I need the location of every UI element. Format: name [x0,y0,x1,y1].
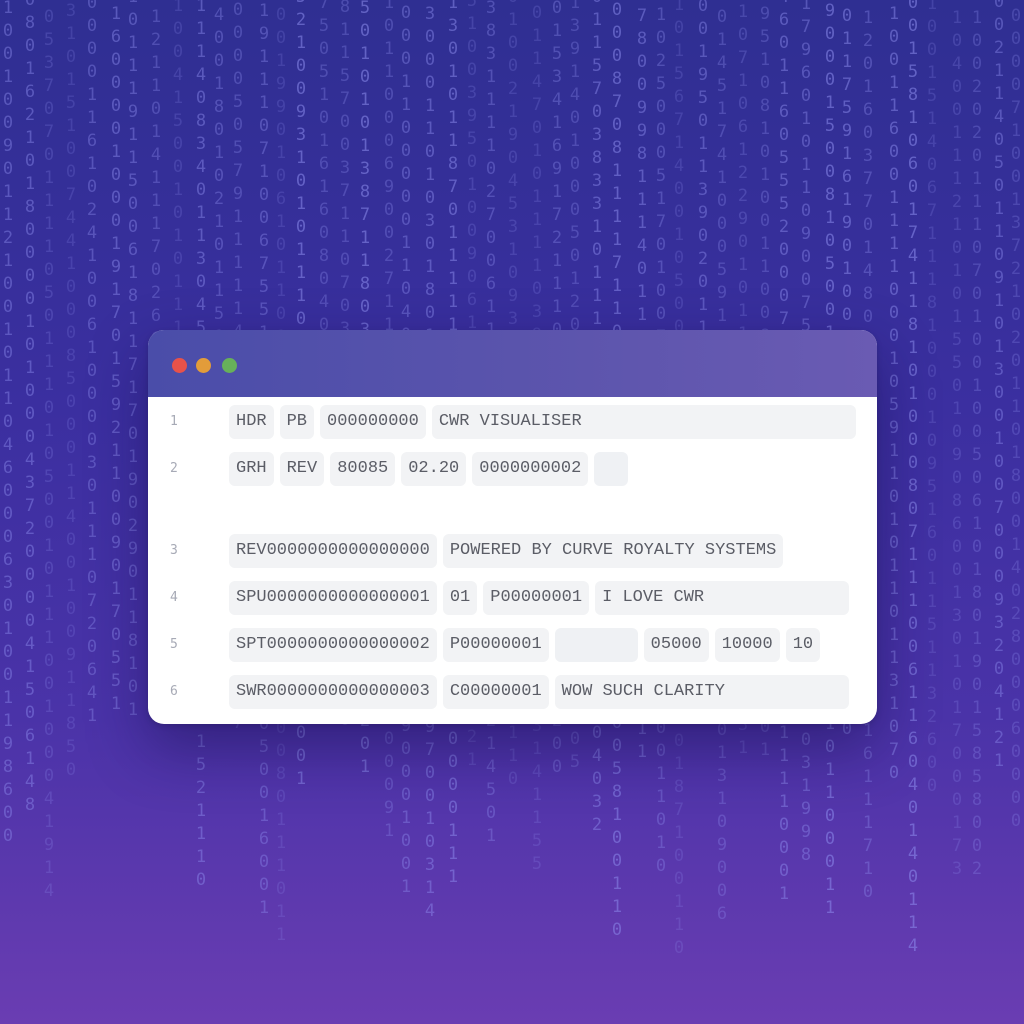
record-field[interactable]: CWR VISUALISER [431,405,856,439]
binary-rain-column: 0 0 0 1 0 6 0 2 6 1 0 1 6 0 0 0 0 1 0 0 … [110,0,122,714]
record-line: 3 REV0000000000000000 POWERED BY CURVE RO… [148,534,877,568]
record-field[interactable]: P00000001 [442,628,549,662]
record-field[interactable]: GRH [229,452,274,486]
minimize-dot-icon[interactable] [196,358,211,373]
record-field[interactable]: 01 [442,581,478,615]
record-field[interactable]: POWERED BY CURVE ROYALTY SYSTEMS [442,534,784,568]
code-window: 1 HDR PB 000000000 CWR VISUALISER 2 GRH REV 8… [148,330,877,724]
line-number: 5 [170,637,178,652]
binary-rain-column: 1 7 0 1 1 0 4 0 0 1 1 1 2 1 0 1 0 1 5 5 … [951,0,963,879]
record-field[interactable]: 0000000002 [472,452,589,486]
record-field[interactable]: 02.20 [401,452,467,486]
record-field[interactable]: SWR0000000000000003 [229,675,437,709]
record-field[interactable]: P00000001 [483,581,590,615]
record-field[interactable]: 10 [785,628,821,662]
window-titlebar [148,330,877,397]
maximize-dot-icon[interactable] [222,358,237,373]
binary-rain-column: 0 0 1 5 8 1 0 6 0 1 7 4 1 1 8 1 0 1 0 0 … [907,0,919,956]
binary-rain-column: 5 1 1 3 0 1 1 1 0 0 1 5 1 4 0 6 7 1 1 1 … [926,0,938,796]
binary-rain-column: 2 0 1 0 4 5 0 8 0 1 6 2 1 0 1 8 0 0 0 0 … [24,0,36,815]
record-line: 2 GRH REV 80085 02.20 0000000002 [148,452,877,486]
record-line: 1 HDR PB 000000000 CWR VISUALISER [148,405,877,439]
record-field[interactable]: REV0000000000000000 [229,534,437,568]
line-number: 3 [170,543,178,558]
binary-rain-column: 1 0 1 1 0 1 0 0 1 0 0 9 0 1 1 2 1 0 0 1 … [2,0,14,846]
binary-rain-column: 9 1 8 0 5 3 7 0 7 0 1 1 1 1 0 5 0 1 1 1 … [43,0,55,901]
record-field-empty[interactable] [554,628,638,662]
binary-rain-column: 3 1 0 7 0 0 0 1 1 0 0 0 0 0 1 1 6 1 0 2 … [86,0,98,726]
record-field[interactable]: 10000 [714,628,780,662]
line-number: 2 [170,461,178,476]
record-field[interactable]: 000000000 [320,405,426,439]
record-line: 5 SPT0000000000000002 P00000001 05000 10000… [148,628,877,662]
binary-rain-column: 0 9 2 1 1 0 0 2 0 2 0 1 1 1 0 7 0 1 0 0 … [971,0,983,879]
record-field[interactable]: 05000 [643,628,709,662]
record-field[interactable]: WOW SUCH CLARITY [554,675,849,709]
close-dot-icon[interactable] [172,358,187,373]
record-field[interactable]: SPT0000000000000002 [229,628,437,662]
line-number: 4 [170,590,178,605]
record-field[interactable]: SPU0000000000000001 [229,581,437,615]
record-field[interactable]: C00000001 [442,675,549,709]
record-line: 4 SPU0000000000000001 01 P00000001 I LOVE C… [148,581,877,615]
binary-rain-column: 0 2 0 0 1 0 1 0 1 0 0 1 1 6 0 0 1 1 1 1 … [888,0,900,783]
record-field[interactable]: PB [279,405,315,439]
binary-rain-column: 5 1 1 0 0 0 0 0 0 0 1 0 1 1 1 9 1 1 5 0 … [127,0,139,720]
record-field[interactable]: REV [279,452,325,486]
record-editor: 1 HDR PB 000000000 CWR VISUALISER 2 GRH REV 8… [148,397,877,724]
record-field[interactable]: 80085 [330,452,396,486]
binary-rain-column: 5 0 0 0 1 0 0 0 0 0 7 1 0 0 1 3 7 2 1 0 … [1010,0,1022,831]
line-number: 1 [170,414,178,429]
binary-rain-column: 4 0 1 0 3 4 1 1 0 0 2 1 1 4 0 5 0 1 1 0 … [993,0,1005,771]
record-field-empty[interactable] [594,452,629,486]
line-number: 6 [170,684,178,699]
record-line: 6 SWR0000000000000003 C00000001 WOW SUCH C… [148,675,877,709]
binary-rain-column: 5 2 0 1 7 2 0 9 3 1 0 1 5 1 0 0 7 4 4 1 … [65,1,77,780]
record-field[interactable]: HDR [229,405,274,439]
record-field[interactable]: I LOVE CWR [595,581,850,615]
